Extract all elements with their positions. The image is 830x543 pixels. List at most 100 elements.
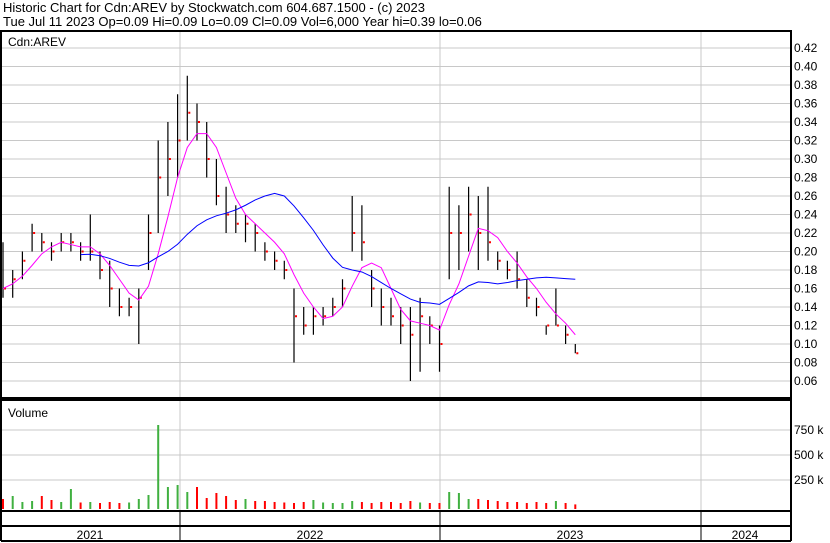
volume-bar [448,492,451,509]
close-tick [130,306,133,308]
close-tick [576,352,579,355]
close-tick [547,324,550,327]
close-tick [333,306,336,308]
close-tick [42,241,45,244]
year-label: 2023 [557,528,584,542]
close-tick [207,158,210,160]
volume-bar [322,502,325,509]
volume-bar [428,503,431,509]
volume-bar [351,501,354,509]
close-tick [265,250,268,253]
close-tick [401,324,404,327]
volume-bar [118,503,121,509]
close-tick [440,343,443,345]
price-tick-label: 0.24 [794,208,818,222]
volume-bar [205,498,208,509]
volume-bar [438,503,441,509]
volume-tick-label: 250 k [794,473,824,487]
year-label: 2021 [77,528,104,542]
close-tick [537,306,540,308]
volume-bar [60,502,63,509]
year-label: 2024 [732,528,759,542]
short-moving-average-line [2,133,576,336]
price-tick-label: 0.28 [794,171,818,185]
price-tick-label: 0.06 [794,374,818,388]
volume-bar [312,500,315,509]
price-tick-label: 0.40 [794,60,818,74]
volume-bar [516,502,519,509]
volume-bar [360,502,363,509]
volume-bar [128,502,131,509]
volume-bar [574,504,577,509]
close-tick [566,333,569,336]
volume-tick-label: 500 k [794,448,824,462]
price-tick-label: 0.38 [794,78,818,92]
price-tick-label: 0.16 [794,282,818,296]
close-tick [382,306,385,308]
close-tick [52,250,55,253]
volume-bar [50,500,53,509]
close-tick [556,324,559,327]
volume-bar [477,499,480,509]
close-tick [168,158,171,160]
close-tick [295,315,297,318]
close-tick [246,222,249,225]
volume-bar [31,501,34,509]
price-tick-label: 0.36 [794,97,818,111]
volume-bar [40,496,43,509]
price-tick-label: 0.20 [794,245,818,259]
volume-bar [487,500,489,509]
volume-bar [545,503,548,509]
volume-bar [419,502,422,509]
close-tick [304,324,307,327]
volume-bar [302,502,305,509]
close-tick [275,259,278,262]
volume-bar [293,503,295,509]
price-tick-label: 0.22 [794,226,818,240]
stock-chart: Cdn:AREV Volume 0.42 0.40 0.38 0.36 0.34 0.32… [0,30,824,542]
price-tick-label: 0.30 [794,152,818,166]
close-tick [362,241,365,244]
volume-bar [457,493,460,509]
volume-bar [370,503,373,509]
close-tick [101,269,103,271]
close-tick [324,315,327,318]
volume-bar [137,499,140,509]
volume-bar [147,495,150,509]
volume-bar [196,487,198,509]
close-tick [256,232,259,234]
volume-bar [157,425,160,509]
volume-bar [108,502,111,509]
volume-bar [166,487,169,509]
volume-bar [380,502,383,509]
volume-bar [225,496,228,509]
volume-bar [390,502,392,509]
close-tick [110,287,113,290]
close-tick [159,176,162,179]
volume-bar [186,492,189,509]
close-tick [81,250,84,253]
volume-bar [99,503,101,509]
volume-bar [409,501,412,509]
close-tick [71,241,74,244]
close-tick [285,269,288,271]
volume-bar [79,502,82,509]
price-tick-label: 0.34 [794,115,818,129]
volume-bar [263,501,266,509]
close-tick [236,222,239,225]
close-tick [372,287,375,290]
volume-bar [176,485,179,509]
price-tick-label: 0.12 [794,319,818,333]
close-tick [411,333,414,336]
volume-bar [564,503,567,509]
close-tick [421,315,424,318]
close-tick [469,213,472,216]
close-tick [227,213,230,216]
volume-label: Volume [8,406,48,420]
volume-bar [21,502,24,509]
volume-bar [11,496,14,509]
volume-bar [496,501,499,509]
volume-bar [2,499,4,509]
volume-bar [89,502,92,509]
close-tick [343,287,346,290]
